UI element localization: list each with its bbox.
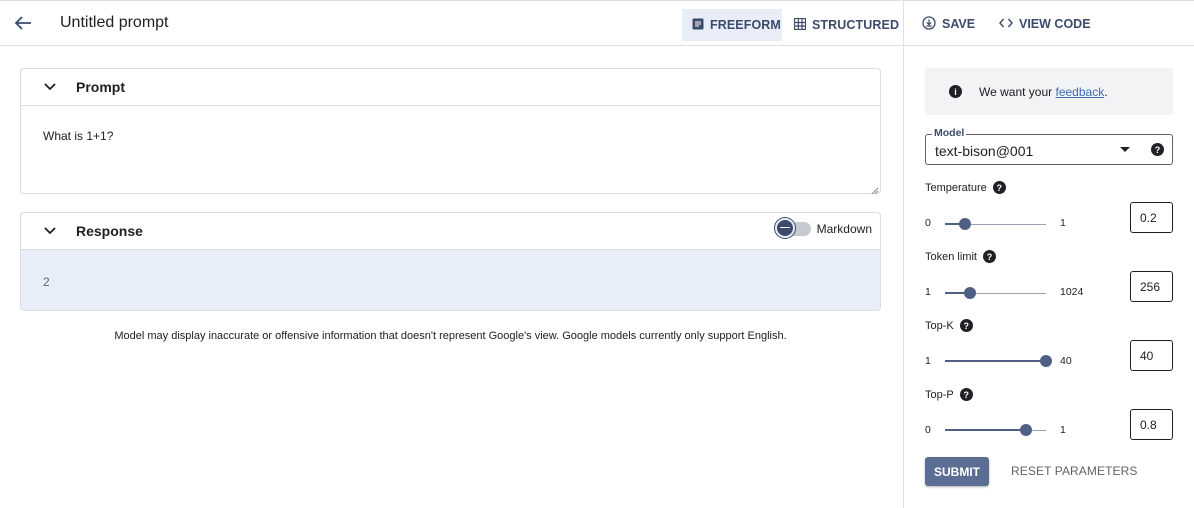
token-limit-max: 1024 bbox=[1060, 286, 1084, 298]
temperature-max: 1 bbox=[1060, 217, 1066, 229]
submit-button[interactable]: SUBMIT bbox=[925, 457, 989, 486]
model-label: Model bbox=[932, 127, 967, 139]
response-card: Response Markdown 2 bbox=[20, 212, 881, 311]
prompt-title[interactable]: Untitled prompt bbox=[60, 14, 169, 32]
top-p-label: Top-P bbox=[925, 388, 954, 401]
temperature-label-row: Temperature ? bbox=[925, 181, 1006, 194]
token-limit-label: Token limit bbox=[925, 250, 977, 263]
reset-parameters-button[interactable]: RESET PARAMETERS bbox=[1011, 464, 1138, 478]
freeform-icon bbox=[692, 18, 704, 33]
temperature-slider[interactable] bbox=[945, 218, 1046, 230]
slider-fill bbox=[945, 429, 1026, 431]
code-icon bbox=[999, 17, 1013, 32]
response-header[interactable]: Response Markdown bbox=[21, 213, 880, 250]
prompt-section-title: Prompt bbox=[76, 79, 125, 95]
help-icon[interactable]: ? bbox=[959, 319, 973, 332]
slider-thumb[interactable] bbox=[964, 287, 976, 299]
token-limit-slider[interactable] bbox=[945, 287, 1046, 299]
help-icon[interactable]: ? bbox=[992, 181, 1006, 194]
slider-thumb[interactable] bbox=[959, 218, 971, 230]
top-k-max: 40 bbox=[1060, 355, 1072, 367]
structured-icon bbox=[793, 17, 807, 33]
structured-label: STRUCTURED bbox=[812, 18, 900, 32]
prompt-card: Prompt What is 1+1? bbox=[20, 68, 881, 195]
chevron-down-icon[interactable] bbox=[42, 79, 58, 95]
token-limit-input[interactable]: 256 bbox=[1130, 271, 1173, 302]
slider-track bbox=[965, 223, 1046, 225]
feedback-suffix: . bbox=[1104, 84, 1108, 99]
feedback-text: We want your feedback. bbox=[979, 85, 1108, 99]
slider-fill bbox=[945, 360, 1046, 362]
model-value: text-bison@001 bbox=[935, 143, 1034, 159]
toggle-knob bbox=[774, 218, 795, 238]
top-k-label: Top-K bbox=[925, 319, 954, 332]
dropdown-caret-icon[interactable] bbox=[1120, 147, 1130, 152]
model-select[interactable]: Model text-bison@001 ? bbox=[925, 127, 1173, 165]
save-label: SAVE bbox=[942, 17, 976, 31]
top-k-slider[interactable] bbox=[945, 355, 1052, 367]
markdown-label: Markdown bbox=[816, 222, 872, 236]
feedback-banner: i We want your feedback. bbox=[925, 68, 1173, 115]
top-k-input[interactable]: 40 bbox=[1130, 340, 1173, 371]
response-output: 2 bbox=[21, 250, 880, 310]
info-icon: i bbox=[949, 85, 962, 98]
top-p-label-row: Top-P ? bbox=[925, 388, 973, 401]
top-p-slider[interactable] bbox=[945, 424, 1046, 436]
top-k-label-row: Top-K ? bbox=[925, 319, 973, 332]
temperature-label: Temperature bbox=[925, 181, 987, 194]
token-limit-min: 1 bbox=[925, 286, 931, 298]
top-p-input[interactable]: 0.8 bbox=[1130, 409, 1173, 440]
slider-thumb[interactable] bbox=[1020, 424, 1032, 436]
save-icon bbox=[922, 15, 936, 33]
markdown-toggle-group: Markdown bbox=[774, 218, 872, 238]
top-bar: Untitled prompt FREEFORM STRUCTURED SAVE… bbox=[0, 0, 1194, 46]
slider-thumb[interactable] bbox=[1040, 355, 1052, 367]
top-p-max: 1 bbox=[1060, 424, 1066, 436]
help-icon[interactable]: ? bbox=[959, 388, 973, 401]
help-icon[interactable]: ? bbox=[982, 250, 996, 263]
top-k-min: 1 bbox=[925, 355, 931, 367]
temperature-input[interactable]: 0.2 bbox=[1130, 202, 1173, 233]
response-section-title: Response bbox=[76, 223, 143, 239]
feedback-prefix: We want your bbox=[979, 84, 1056, 99]
back-arrow-icon[interactable] bbox=[12, 12, 34, 34]
slider-track bbox=[970, 292, 1046, 294]
feedback-link[interactable]: feedback bbox=[1055, 85, 1104, 99]
temperature-min: 0 bbox=[925, 217, 931, 229]
help-icon[interactable]: ? bbox=[1151, 143, 1164, 156]
response-text: 2 bbox=[43, 275, 50, 289]
prompt-header[interactable]: Prompt bbox=[21, 69, 880, 106]
view-code-label: VIEW CODE bbox=[1019, 17, 1091, 31]
structured-tab[interactable]: STRUCTURED bbox=[784, 9, 900, 41]
resize-handle-icon[interactable] bbox=[869, 182, 879, 195]
freeform-label: FREEFORM bbox=[710, 18, 781, 32]
prompt-input[interactable]: What is 1+1? bbox=[43, 129, 113, 143]
view-code-button[interactable]: VIEW CODE bbox=[999, 9, 1091, 39]
save-button[interactable]: SAVE bbox=[922, 9, 975, 39]
disclaimer-text: Model may display inaccurate or offensiv… bbox=[114, 330, 787, 342]
panel-divider bbox=[903, 0, 904, 508]
token-limit-label-row: Token limit ? bbox=[925, 250, 996, 263]
markdown-toggle[interactable] bbox=[774, 218, 811, 238]
chevron-down-icon[interactable] bbox=[42, 223, 58, 239]
top-p-min: 0 bbox=[925, 424, 931, 436]
freeform-tab[interactable]: FREEFORM bbox=[682, 9, 782, 41]
